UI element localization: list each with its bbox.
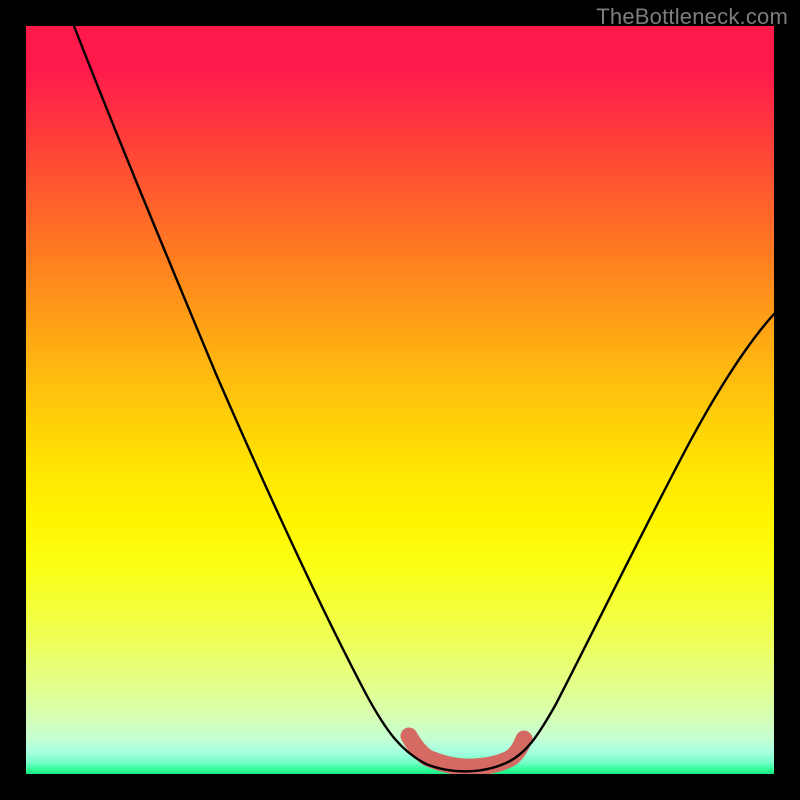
- watermark-text: TheBottleneck.com: [596, 4, 788, 30]
- chart-stage: TheBottleneck.com: [0, 0, 800, 800]
- curve-layer: [26, 26, 774, 774]
- bottleneck-curve-path: [74, 26, 774, 771]
- plot-area: [26, 26, 774, 774]
